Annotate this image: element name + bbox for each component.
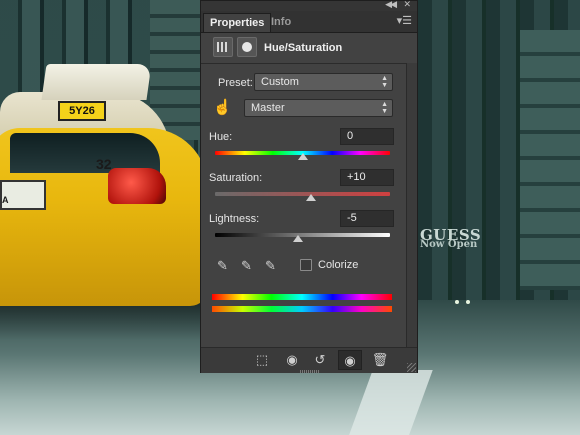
divider xyxy=(201,63,417,64)
eyedropper-icon[interactable]: ✎ xyxy=(217,257,233,275)
preset-select[interactable]: Custom ▲ ▼ xyxy=(254,73,393,91)
panel-menu-icon[interactable]: ▾☰ xyxy=(397,14,412,27)
lightness-slider-thumb[interactable] xyxy=(293,235,304,242)
clip-to-layer-icon[interactable]: ⬚ xyxy=(250,350,274,370)
resize-corner[interactable] xyxy=(407,363,416,372)
taxi-tail-light xyxy=(108,168,166,204)
taxi-shadow xyxy=(0,300,200,340)
input-color-bar xyxy=(212,294,392,300)
taxi-window xyxy=(10,133,160,173)
panel-scrollbar[interactable] xyxy=(406,63,417,347)
colorize-checkbox[interactable] xyxy=(300,259,312,271)
adjustment-title: Hue/Saturation xyxy=(264,42,343,54)
taxi-roof-sign xyxy=(41,64,152,100)
hue-input[interactable]: 0 xyxy=(340,128,394,145)
panel-tabs: Properties Info xyxy=(201,11,417,33)
view-previous-icon[interactable]: ◉ xyxy=(280,350,304,370)
preset-value: Custom xyxy=(261,76,299,88)
panel-footer: ⬚ ◉ ↺ ◉ 🗑 xyxy=(201,347,417,373)
updown-arrow-icon: ▲ ▼ xyxy=(381,101,388,115)
building-right-facade xyxy=(520,30,580,290)
tab-properties[interactable]: Properties xyxy=(203,13,272,32)
eyedropper-plus-icon[interactable]: ✎ xyxy=(241,257,257,275)
resize-grip[interactable] xyxy=(300,370,320,373)
visibility-icon[interactable]: ◉ xyxy=(338,350,362,370)
reset-icon[interactable]: ↺ xyxy=(308,350,332,370)
street-light xyxy=(466,300,470,304)
colorize-label: Colorize xyxy=(318,259,359,271)
output-color-bar xyxy=(212,306,392,312)
channel-value: Master xyxy=(251,102,285,114)
tab-info[interactable]: Info xyxy=(265,13,297,32)
properties-panel: ◀◀ ✕ Properties Info ▾☰ Hue/Saturation P… xyxy=(200,0,418,373)
saturation-input[interactable]: +10 xyxy=(340,169,394,186)
lightness-input[interactable]: -5 xyxy=(340,210,394,227)
updown-arrow-icon: ▲ ▼ xyxy=(381,75,388,89)
adjustment-icon[interactable] xyxy=(213,37,233,57)
street-light xyxy=(455,300,459,304)
taxi-plate-text: A xyxy=(2,195,9,205)
channel-select[interactable]: Master ▲ ▼ xyxy=(244,99,393,117)
adjustment-header: Hue/Saturation xyxy=(201,33,417,63)
hue-label: Hue: xyxy=(209,131,233,143)
panel-titlebar[interactable]: ◀◀ ✕ xyxy=(201,0,417,11)
mask-icon[interactable] xyxy=(237,37,257,57)
hue-slider-thumb[interactable] xyxy=(297,153,308,160)
trash-icon[interactable]: 🗑 xyxy=(368,350,392,370)
preset-label: Preset: xyxy=(218,77,253,89)
hand-target-icon[interactable]: ☝ xyxy=(213,99,232,117)
taxi-tag: 5Y26 xyxy=(58,101,106,121)
store-subsign: Now Open xyxy=(420,239,478,250)
saturation-slider-track[interactable] xyxy=(215,192,390,196)
close-icon[interactable]: ✕ xyxy=(403,0,411,10)
saturation-label: Saturation: xyxy=(209,172,263,184)
saturation-slider-thumb[interactable] xyxy=(306,194,317,201)
eyedropper-minus-icon[interactable]: ✎ xyxy=(265,257,281,275)
lightness-label: Lightness: xyxy=(209,213,260,225)
collapse-icon[interactable]: ◀◀ xyxy=(385,0,397,10)
